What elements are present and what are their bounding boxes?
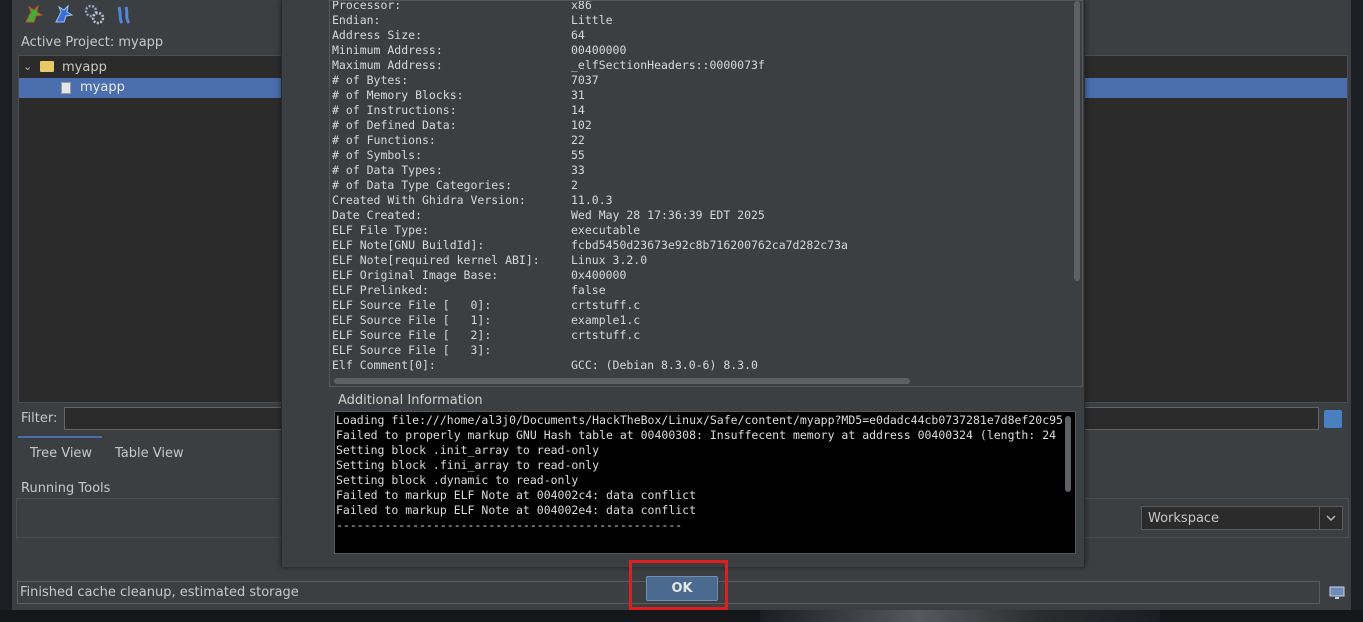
- info-key: ELF Source File [ 2]:: [332, 328, 492, 342]
- info-value: 33: [571, 163, 585, 177]
- status-text: Finished cache cleanup, estimated storag…: [20, 585, 299, 600]
- program-info-panel[interactable]: Processor: x86 Endian: Little Address Size: 6…: [329, 0, 1083, 387]
- horizontal-scrollbar[interactable]: [334, 378, 910, 384]
- info-key: Endian:: [332, 13, 381, 27]
- info-value: 11.0.3: [571, 193, 613, 207]
- info-value: 7037: [571, 73, 599, 87]
- info-key: # of Memory Blocks:: [332, 88, 464, 102]
- tab-indicator: [18, 436, 102, 438]
- info-key: ELF Original Image Base:: [332, 268, 499, 282]
- info-key: ELF Source File [ 0]:: [332, 298, 492, 312]
- info-key: # of Defined Data:: [332, 118, 457, 132]
- info-value: Wed May 28 17:36:39 EDT 2025: [571, 208, 765, 222]
- info-key: ELF Note[required kernel ABI]:: [332, 253, 540, 267]
- log-line: Setting block .init_array to read-only: [336, 443, 600, 457]
- info-value: 31: [571, 88, 585, 102]
- info-value: crtstuff.c: [571, 298, 641, 312]
- info-key: ELF Source File [ 3]:: [332, 343, 492, 357]
- info-value: executable: [571, 223, 641, 237]
- info-key: ELF Prelinked:: [332, 283, 429, 297]
- vertical-scrollbar[interactable]: [1065, 416, 1071, 492]
- info-key: Processor:: [332, 0, 402, 12]
- info-value: 55: [571, 148, 585, 162]
- info-value: 64: [571, 28, 585, 42]
- info-value: 14: [571, 103, 585, 117]
- debugger-icon[interactable]: [112, 2, 136, 26]
- info-key: Address Size:: [332, 28, 423, 42]
- log-line: Failed to markup ELF Note at 004002e4: d…: [336, 503, 697, 517]
- workspace-select[interactable]: Workspace: [1141, 506, 1343, 530]
- info-key: Maximum Address:: [332, 58, 443, 72]
- info-key: ELF Source File [ 1]:: [332, 313, 492, 327]
- info-key: # of Symbols:: [332, 148, 423, 162]
- info-value: GCC: (Debian 8.3.0-6) 8.3.0: [571, 358, 758, 372]
- info-key: # of Instructions:: [332, 103, 457, 117]
- info-value: Linux 3.2.0: [571, 253, 648, 267]
- tree-node-label: myapp: [80, 80, 125, 95]
- running-tools-label: Running Tools: [21, 481, 111, 496]
- log-line: Failed to properly markup GNU Hash table…: [336, 428, 1057, 442]
- log-line: Setting block .dynamic to read-only: [336, 473, 579, 487]
- info-value: crtstuff.c: [571, 328, 641, 342]
- info-value: fcbd5450d23673e92c8b716200762ca7d282c73a: [571, 238, 848, 252]
- tab-tree-view[interactable]: Tree View: [30, 446, 92, 461]
- info-value: 00400000: [571, 43, 627, 57]
- info-value: 2: [571, 178, 578, 192]
- dragon-icon[interactable]: [22, 2, 46, 26]
- log-line: Failed to markup ELF Note at 004002c4: d…: [336, 488, 697, 502]
- log-line: ----------------------------------------…: [336, 518, 683, 532]
- gears-icon[interactable]: [82, 2, 106, 26]
- monitor-icon[interactable]: [1329, 585, 1345, 601]
- tree-node-label: myapp: [62, 60, 107, 75]
- tool-chest: [22, 2, 136, 28]
- log-line: Setting block .fini_array to read-only: [336, 458, 600, 472]
- info-value: 0x400000: [571, 268, 627, 282]
- info-value: Little: [571, 13, 613, 27]
- info-value: example1.c: [571, 313, 641, 327]
- active-project-label: Active Project: myapp: [21, 35, 164, 50]
- info-key: # of Bytes:: [332, 73, 409, 87]
- info-key: ELF File Type:: [332, 223, 429, 237]
- highlight-annotation: [629, 560, 728, 610]
- file-icon: [61, 82, 71, 94]
- refresh-icon[interactable]: [1324, 410, 1342, 428]
- tab-table-view[interactable]: Table View: [115, 446, 184, 461]
- import-results-dialog: Processor: x86 Endian: Little Address Size: 6…: [281, 0, 1085, 567]
- info-value: false: [571, 283, 606, 297]
- vertical-scrollbar[interactable]: [1074, 1, 1080, 281]
- folder-icon: [40, 61, 54, 72]
- info-key: Minimum Address:: [332, 43, 443, 57]
- filter-label: Filter:: [21, 411, 58, 426]
- info-key: # of Data Type Categories:: [332, 178, 513, 192]
- info-key: Created With Ghidra Version:: [332, 193, 526, 207]
- info-value: x86: [571, 0, 592, 12]
- dragon-blue-icon[interactable]: [52, 2, 76, 26]
- info-key: ELF Note[GNU BuildId]:: [332, 238, 485, 252]
- chevron-down-icon[interactable]: [1319, 507, 1342, 529]
- log-line: Loading file:///home/al3j0/Documents/Hac…: [336, 413, 1063, 427]
- additional-information-log[interactable]: Loading file:///home/al3j0/Documents/Hac…: [334, 411, 1076, 554]
- additional-information-label: Additional Information: [338, 393, 483, 408]
- info-value: 102: [571, 118, 592, 132]
- workspace-value: Workspace: [1148, 510, 1220, 526]
- info-key: Date Created:: [332, 208, 423, 222]
- chevron-down-icon[interactable]: ⌄: [23, 60, 32, 73]
- info-value: 22: [571, 133, 585, 147]
- info-key: # of Data Types:: [332, 163, 443, 177]
- info-value: _elfSectionHeaders::0000073f: [571, 58, 765, 72]
- info-key: Elf Comment[0]:: [332, 358, 436, 372]
- info-key: # of Functions:: [332, 133, 436, 147]
